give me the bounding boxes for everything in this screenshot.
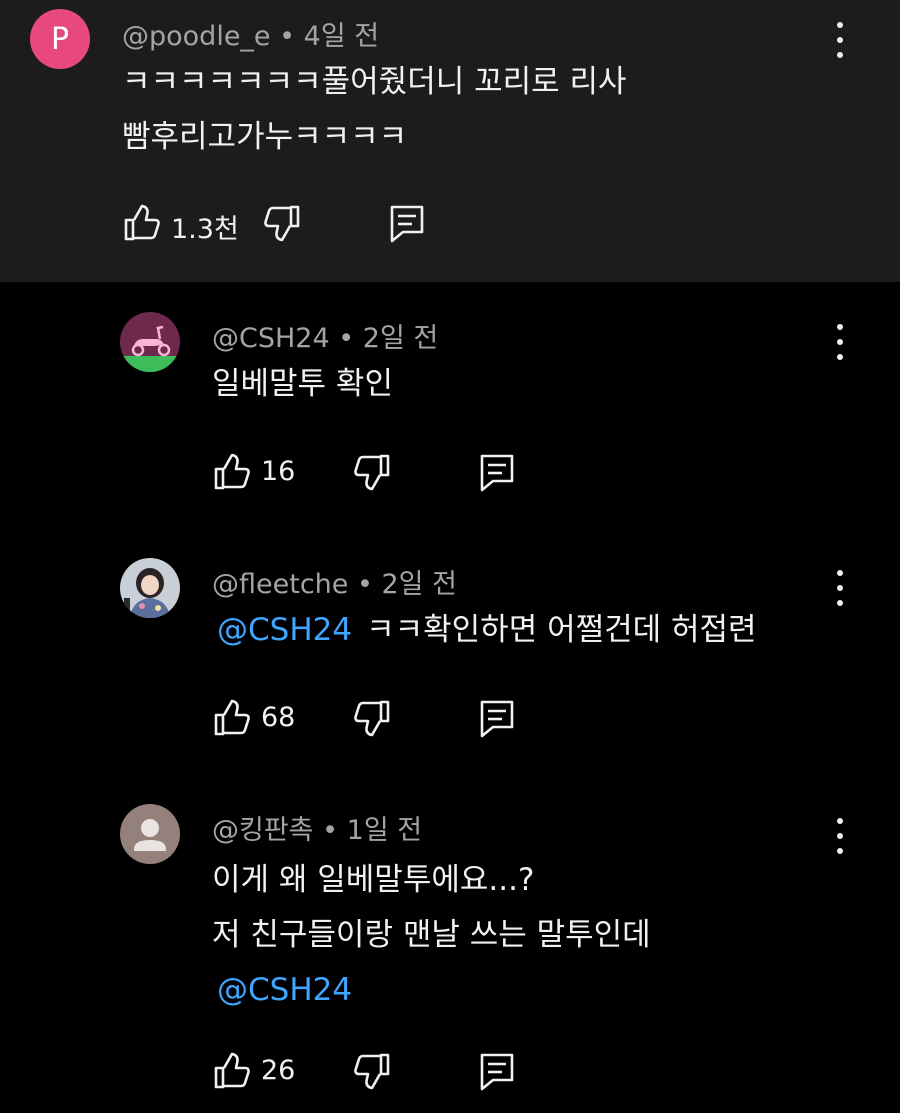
reply-2: @fleetche • 2일 전 @CSH24 ㅋㅋ확인하면 어쩔건데 허접련 6… [0, 528, 900, 774]
default-user-icon [120, 804, 180, 864]
reply-icon[interactable] [477, 452, 517, 492]
like-icon[interactable] [212, 1051, 252, 1091]
reply-icon[interactable] [477, 698, 517, 738]
comment-age: 2일 전 [362, 323, 439, 354]
like-count: 26 [261, 1055, 296, 1086]
comment-text-line: @CSH24 ㅋㅋ확인하면 어쩔건데 허접련 [217, 602, 757, 659]
comment-text-line: 일베말투 확인 [212, 366, 393, 402]
meta-separator: • [279, 21, 304, 52]
like-icon[interactable] [122, 203, 162, 243]
mention-link[interactable]: @CSH24 [217, 962, 352, 1019]
avatar-letter: P [50, 21, 70, 57]
reply-3: @킹판촉 • 1일 전 이게 왜 일베말투에요...? 저 친구들이랑 맨날 쓰… [0, 774, 900, 1113]
comment-text-line: 저 친구들이랑 맨날 쓰는 말투인데 [212, 917, 651, 953]
comment-text-line: ㅋㅋㅋㅋㅋㅋㅋ풀어줬더니 꼬리로 리사 [122, 64, 627, 100]
avatar-default[interactable] [120, 804, 180, 864]
comment-meta: @킹판촉 • 1일 전 [212, 808, 422, 847]
mention-link[interactable]: @CSH24 [217, 612, 352, 648]
comment-author[interactable]: @킹판촉 [212, 815, 314, 846]
dislike-icon[interactable] [352, 698, 392, 738]
comment-text-line: 빰후리고가누ㅋㅋㅋㅋ [122, 119, 408, 155]
comment-meta: @CSH24 • 2일 전 [212, 316, 438, 355]
more-options-icon[interactable] [834, 570, 846, 606]
comment-actions: 26 [212, 1051, 532, 1095]
like-count: 68 [261, 702, 296, 733]
comment-actions: 16 [212, 452, 532, 496]
comment-meta: @fleetche • 2일 전 [212, 562, 457, 601]
dislike-icon[interactable] [352, 452, 392, 492]
comment-text: ㅋㅋ확인하면 어쩔건데 허접련 [366, 612, 757, 648]
dislike-icon[interactable] [352, 1051, 392, 1091]
more-options-icon[interactable] [834, 22, 846, 58]
comment-age: 1일 전 [346, 815, 423, 846]
meta-separator: • [322, 815, 347, 846]
avatar-fleetche[interactable] [120, 558, 180, 618]
comment-author[interactable]: @fleetche [212, 569, 348, 600]
like-icon[interactable] [212, 698, 252, 738]
reply-icon[interactable] [387, 203, 427, 243]
comment-author[interactable]: @CSH24 [212, 323, 330, 354]
comment-age: 4일 전 [303, 21, 380, 52]
meta-separator: • [338, 323, 363, 354]
meta-separator: • [356, 569, 382, 600]
scooter-avatar-image [120, 312, 180, 372]
comment-author[interactable]: @poodle_e [122, 21, 271, 52]
reply-icon[interactable] [477, 1051, 517, 1091]
comment-age: 2일 전 [381, 569, 457, 600]
like-count: 1.3천 [171, 214, 239, 245]
dislike-icon[interactable] [262, 203, 302, 243]
comment-text-line: 이게 왜 일베말투에요...? [212, 862, 535, 898]
more-options-icon[interactable] [834, 324, 846, 360]
comment-actions: 68 [212, 698, 532, 742]
avatar-poodle[interactable]: P [30, 9, 90, 69]
like-icon[interactable] [212, 452, 252, 492]
avatar-csh24[interactable] [120, 312, 180, 372]
comment-1: P @poodle_e • 4일 전 ㅋㅋㅋㅋㅋㅋㅋ풀어줬더니 꼬리로 리사 빰… [0, 0, 900, 282]
comment-actions: 1.3천 [122, 203, 442, 247]
reply-1: @CSH24 • 2일 전 일베말투 확인 16 [0, 282, 900, 528]
like-count: 16 [261, 456, 296, 487]
more-options-icon[interactable] [834, 818, 846, 854]
person-photo-avatar-image [120, 558, 180, 618]
comment-meta: @poodle_e • 4일 전 [122, 14, 379, 53]
